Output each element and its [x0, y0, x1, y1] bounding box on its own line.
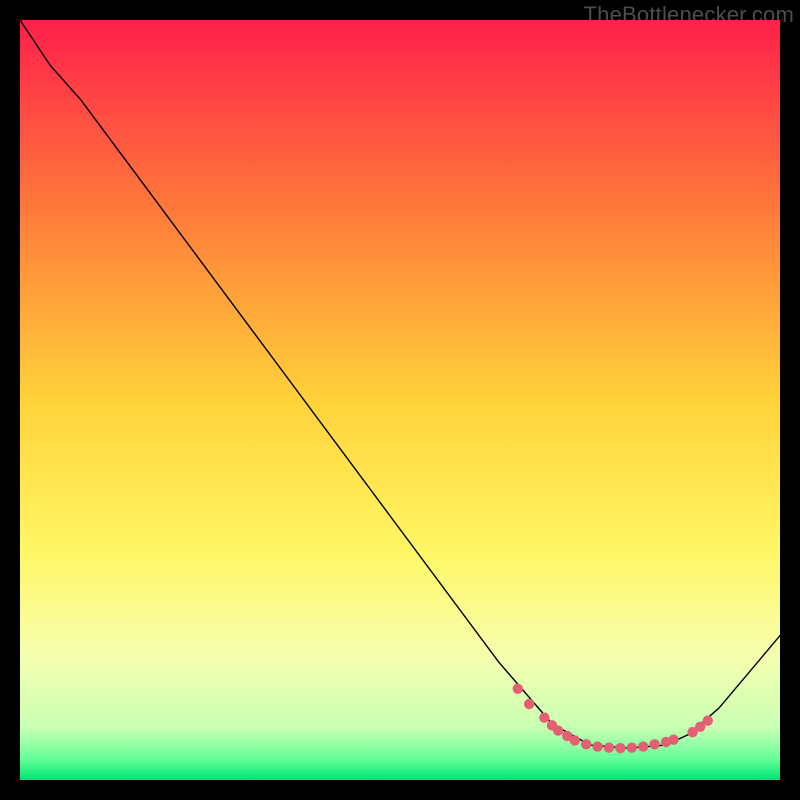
- optimal-marker: [553, 725, 563, 735]
- optimal-marker: [513, 684, 523, 694]
- optimal-marker: [592, 741, 602, 751]
- bottleneck-chart: [20, 20, 780, 780]
- chart-background: [20, 20, 780, 780]
- optimal-marker: [581, 739, 591, 749]
- optimal-marker: [615, 743, 625, 753]
- chart-stage: TheBottlenecker.com: [0, 0, 800, 800]
- optimal-marker: [539, 712, 549, 722]
- optimal-marker: [604, 743, 614, 753]
- optimal-marker: [570, 735, 580, 745]
- optimal-marker: [649, 739, 659, 749]
- optimal-marker: [703, 716, 713, 726]
- optimal-marker: [627, 743, 637, 753]
- optimal-marker: [524, 699, 534, 709]
- optimal-marker: [638, 741, 648, 751]
- optimal-marker: [668, 735, 678, 745]
